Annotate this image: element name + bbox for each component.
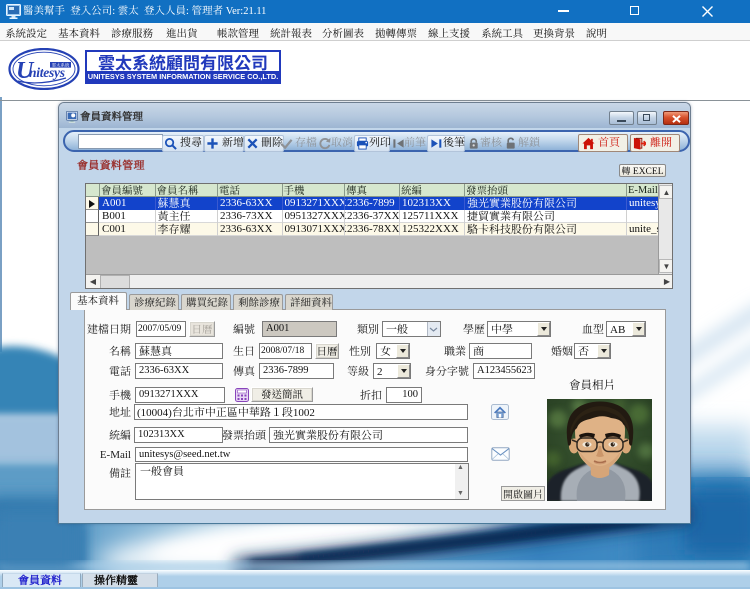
svg-text:雲太系統: 雲太系統 <box>52 63 70 69</box>
